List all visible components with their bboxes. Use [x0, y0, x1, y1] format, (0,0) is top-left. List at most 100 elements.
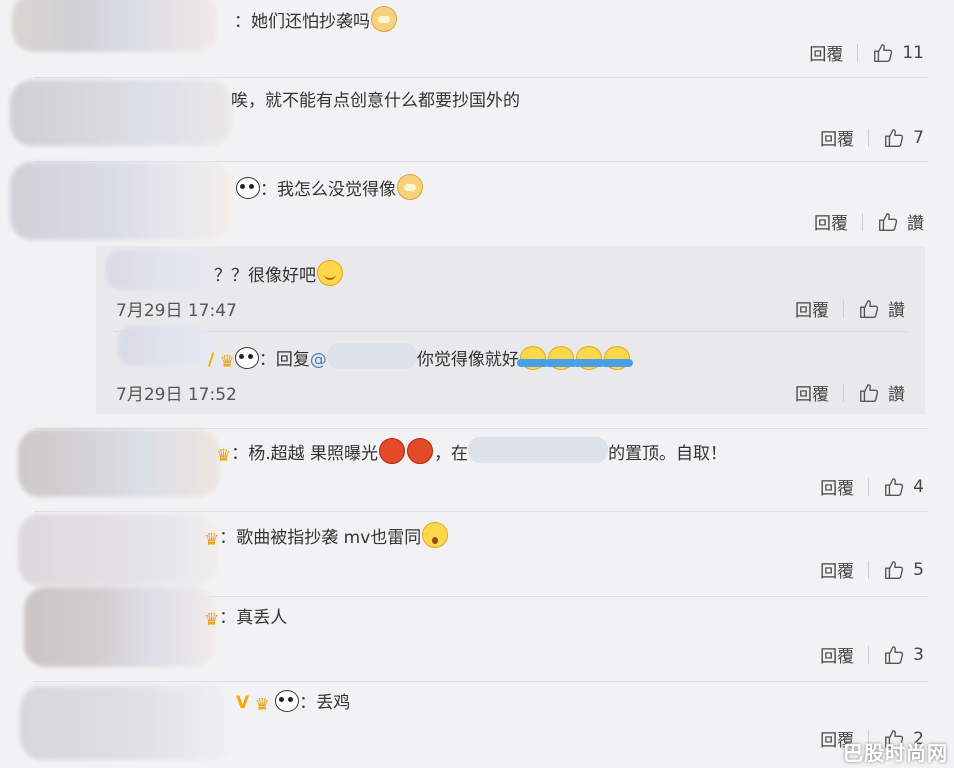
- avatar-username-blur: [12, 0, 218, 52]
- reply-button[interactable]: 回覆: [795, 296, 829, 321]
- mention-blur: [326, 343, 417, 369]
- comment-text: ♛：真丢人: [204, 608, 288, 630]
- divider: [862, 212, 863, 231]
- reply-button[interactable]: 回覆: [795, 380, 829, 405]
- divider: [868, 645, 870, 664]
- avatar-username-blur: [10, 162, 232, 240]
- like-count: 7: [913, 127, 924, 148]
- comment-actions: 回覆 讚: [814, 209, 924, 234]
- comment-6: ♛：真丢人 回覆 3: [0, 587, 954, 681]
- shrug-emoji-icon: [600, 346, 633, 370]
- like-count: 11: [902, 42, 924, 63]
- sub-reply-actions: 回覆 讚: [795, 296, 905, 321]
- like-button[interactable]: 7: [883, 127, 924, 149]
- comment-actions: 回覆 4: [820, 474, 924, 500]
- timestamp: 7月29日 17:52: [116, 385, 237, 405]
- comment-text: ♛：杨.超越 果照曝光 ，在 的置顶。自取！: [216, 437, 727, 467]
- timestamp: 7月29日 17:47: [116, 301, 237, 321]
- like-label: 讚: [888, 385, 905, 405]
- thumbs-up-icon: [885, 128, 904, 147]
- panda-icon: [275, 690, 300, 712]
- mention-blur: [468, 437, 609, 463]
- comment-actions: 回覆 11: [809, 40, 924, 66]
- thumbs-up-icon: [860, 299, 879, 318]
- thumbs-up-icon: [885, 645, 904, 664]
- like-count: 3: [913, 644, 924, 665]
- comment-actions: 回覆 7: [820, 125, 924, 151]
- watermark: 巴股时尚网: [843, 741, 948, 765]
- crown-badge-icon: ♛: [219, 352, 235, 372]
- panda-icon: [234, 347, 259, 369]
- thumbs-up-icon: [885, 477, 904, 496]
- comment-1: ：她们还怕抄袭吗 回覆 11: [0, 0, 954, 77]
- comment-2: 唉，就不能有点创意什么都要抄国外的 回覆 7: [0, 78, 954, 161]
- shrug-emoji-icon: [516, 346, 549, 370]
- sub-reply-text: / ♛ ：回复@ 你觉得像就好: [208, 343, 633, 373]
- reply-button[interactable]: 回覆: [820, 557, 854, 582]
- comment-text: ：她们还怕抄袭吗: [234, 6, 398, 33]
- like-button[interactable]: 讚: [877, 209, 924, 234]
- verified-v-icon: /: [208, 350, 215, 370]
- like-label: 讚: [888, 301, 905, 321]
- avatar-username-blur: [10, 80, 232, 146]
- reply-button[interactable]: 回覆: [820, 474, 854, 499]
- reply-button[interactable]: 回覆: [814, 209, 848, 234]
- comment-7: V ♛ ：丢鸡 回覆 2: [0, 682, 954, 768]
- comment-text: 唉，就不能有点创意什么都要抄国外的: [231, 91, 520, 111]
- avatar-username-blur: [18, 429, 220, 497]
- comment-text: ：我怎么没觉得像: [236, 174, 424, 201]
- crown-badge-icon: ♛: [254, 695, 270, 715]
- divider: [843, 299, 844, 318]
- like-button[interactable]: 5: [883, 559, 924, 581]
- thumbs-up-icon: [879, 212, 898, 231]
- divider: [868, 128, 870, 147]
- comment-4: ♛：杨.超越 果照曝光 ，在 的置顶。自取！ 回覆 4: [0, 429, 954, 511]
- username-blur: [106, 250, 210, 290]
- username-blur: [118, 326, 210, 366]
- avatar-username-blur: [20, 686, 236, 760]
- crown-badge-icon: ♛: [204, 530, 220, 550]
- comment-actions: 回覆 5: [820, 557, 924, 583]
- doge-emoji-icon: [397, 174, 423, 200]
- doge-emoji-icon: [371, 6, 397, 32]
- angry-emoji-icon: [407, 438, 434, 464]
- like-count: 5: [913, 559, 924, 580]
- mention-link[interactable]: @: [310, 350, 327, 370]
- smile-emoji-icon: [317, 260, 343, 286]
- thumbs-up-icon: [860, 383, 879, 402]
- divider: [114, 331, 907, 332]
- comment-actions: 回覆 3: [820, 642, 924, 668]
- like-button[interactable]: 11: [872, 42, 924, 64]
- comment-text: V ♛ ：丢鸡: [236, 690, 350, 716]
- shocked-emoji-icon: [422, 522, 449, 548]
- comment-text: ♛：歌曲被指抄袭 mv也雷同: [204, 522, 449, 551]
- panda-icon: [236, 177, 260, 199]
- shrug-emoji-icon: [572, 346, 605, 370]
- like-button[interactable]: 4: [883, 476, 924, 498]
- like-button[interactable]: 讚: [858, 296, 905, 321]
- like-count: 4: [913, 476, 924, 497]
- angry-emoji-icon: [379, 438, 406, 464]
- sub-reply-text: ？？很像好吧: [214, 260, 344, 287]
- reply-button[interactable]: 回覆: [820, 125, 854, 150]
- like-button[interactable]: 讚: [858, 380, 905, 405]
- divider: [868, 477, 870, 496]
- like-count: 讚: [907, 214, 924, 234]
- reply-button[interactable]: 回覆: [809, 40, 843, 65]
- divider: [843, 383, 844, 402]
- comment-5: ♛：歌曲被指抄袭 mv也雷同 回覆 5: [0, 512, 954, 596]
- thumbs-up-icon: [874, 43, 893, 62]
- avatar-username-blur: [24, 587, 216, 667]
- crown-badge-icon: ♛: [216, 446, 232, 466]
- reply-button[interactable]: 回覆: [820, 642, 854, 667]
- reply-thread: ？？很像好吧 7月29日 17:47 回覆 讚 / ♛ ：回复@ 你觉得像就好 7月…: [96, 246, 925, 414]
- verified-v-icon: V: [236, 693, 250, 713]
- shrug-emoji-icon: [544, 346, 577, 370]
- crown-badge-icon: ♛: [204, 610, 220, 630]
- divider: [868, 560, 870, 579]
- like-button[interactable]: 3: [883, 644, 924, 666]
- divider: [857, 43, 859, 62]
- thumbs-up-icon: [885, 560, 904, 579]
- avatar-username-blur: [18, 514, 218, 586]
- sub-reply-actions: 回覆 讚: [795, 380, 905, 405]
